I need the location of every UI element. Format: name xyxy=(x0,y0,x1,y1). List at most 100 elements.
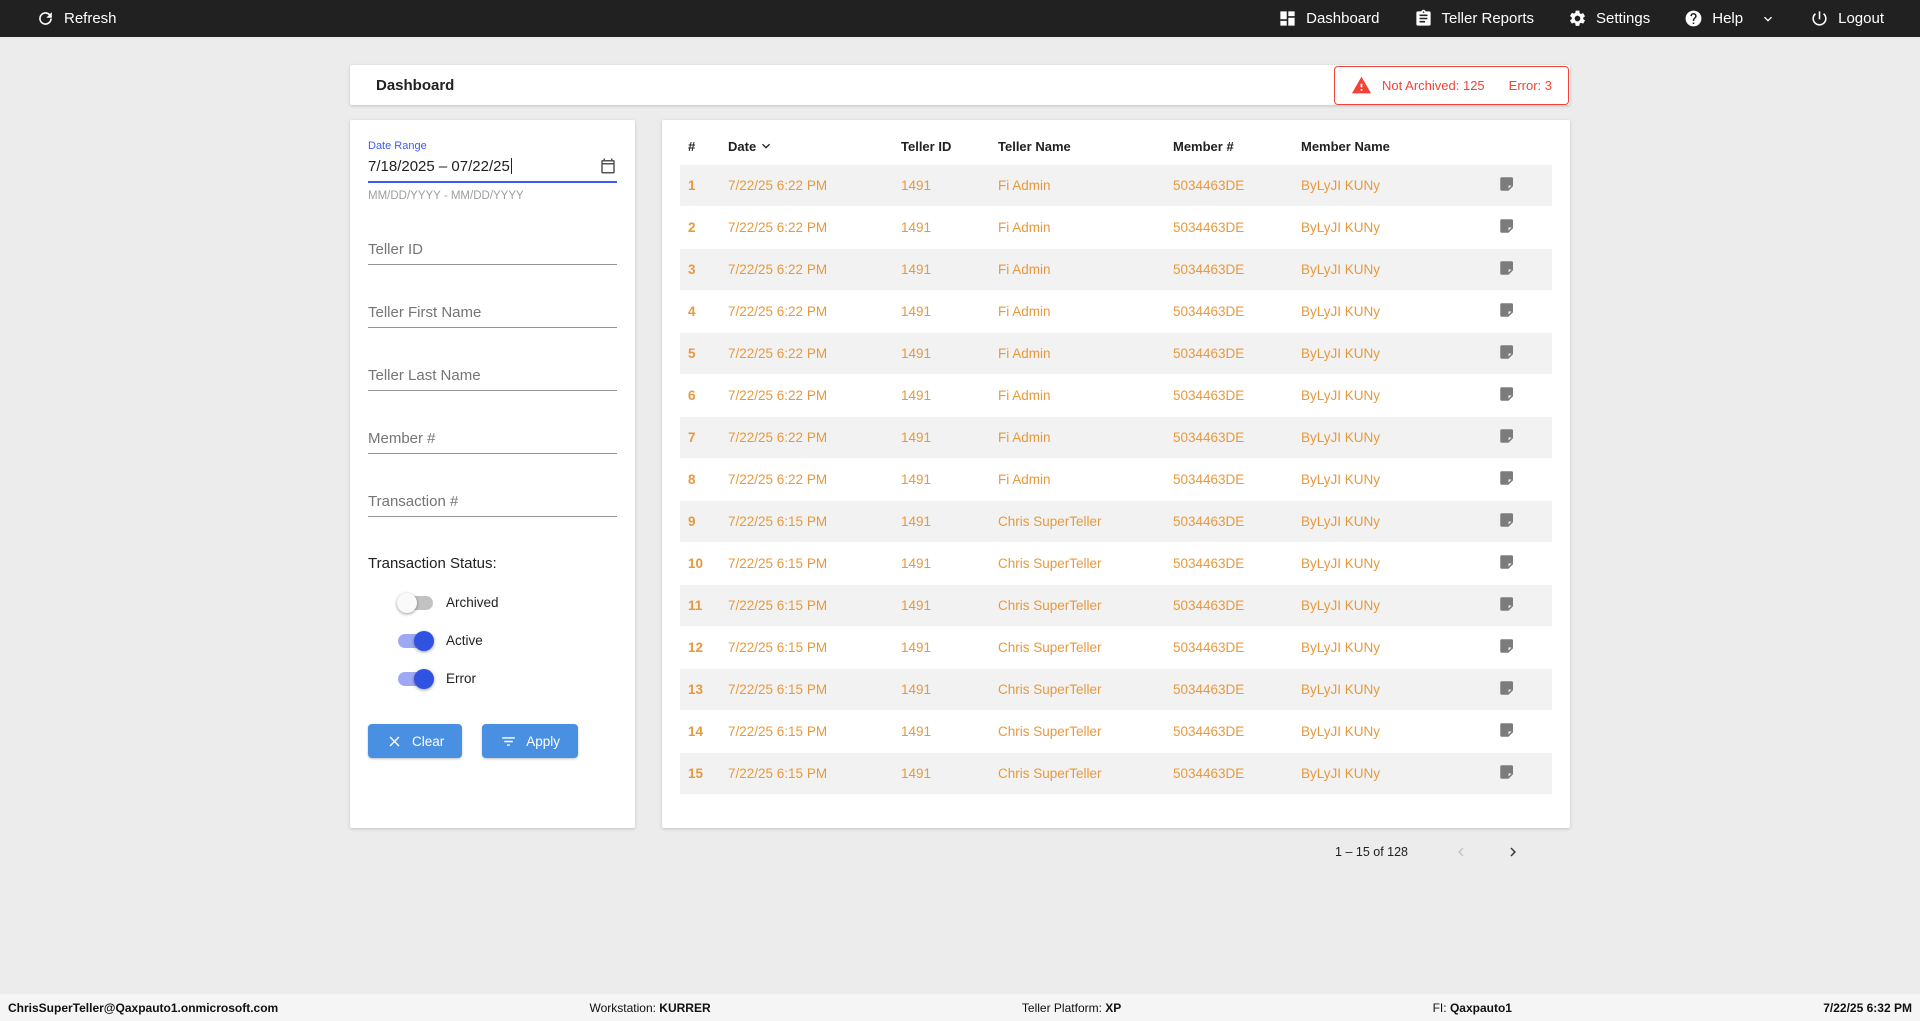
nav-settings[interactable]: Settings xyxy=(1554,0,1664,37)
row-date: 7/22/25 6:22 PM xyxy=(728,388,828,403)
note-icon[interactable] xyxy=(1498,721,1516,739)
toggle-thumb xyxy=(397,592,417,613)
row-number: 1 xyxy=(688,178,696,193)
note-icon[interactable] xyxy=(1498,553,1516,571)
table-row[interactable]: 1 7/22/25 6:22 PM 1491 Fi Admin 5034463DE ByL… xyxy=(680,165,1552,207)
platform-label: Teller Platform: xyxy=(1021,1000,1102,1015)
row-date: 7/22/25 6:22 PM xyxy=(728,346,828,361)
date-range-input[interactable]: 7/18/2025 – 07/22/25 xyxy=(368,152,617,183)
table-row[interactable]: 6 7/22/25 6:22 PM 1491 Fi Admin 5034463DE ByL… xyxy=(680,375,1552,417)
date-range-hint: MM/DD/YYYY - MM/DD/YYYY xyxy=(368,190,524,202)
row-date: 7/22/25 6:15 PM xyxy=(728,682,828,697)
row-number: 9 xyxy=(688,514,696,529)
table-row[interactable]: 9 7/22/25 6:15 PM 1491 Chris SuperTeller 503… xyxy=(680,500,1552,543)
table-row[interactable]: 12 7/22/25 6:15 PM 1491 Chris SuperTeller 50… xyxy=(680,627,1552,669)
nav-help-label: Help xyxy=(1712,10,1744,27)
nav-logout-label: Logout xyxy=(1838,10,1884,27)
note-icon[interactable] xyxy=(1498,595,1516,613)
row-member-number: 5034463DE xyxy=(1173,430,1245,445)
table-body: 1 7/22/25 6:22 PM 1491 Fi Admin 5034463DE ByL… xyxy=(680,165,1552,795)
column-header-date[interactable]: Date xyxy=(720,126,893,165)
row-teller-id: 1491 xyxy=(901,304,932,319)
table-row[interactable]: 2 7/22/25 6:22 PM 1491 Fi Admin 5034463DE ByL… xyxy=(680,207,1552,249)
page-title: Dashboard xyxy=(376,76,455,94)
table-row[interactable]: 13 7/22/25 6:15 PM 1491 Chris SuperTeller 50… xyxy=(680,668,1552,711)
table-row[interactable]: 5 7/22/25 6:22 PM 1491 Fi Admin 5034463DE ByL… xyxy=(680,332,1552,375)
calendar-icon[interactable] xyxy=(599,157,617,175)
next-page-button[interactable] xyxy=(1500,839,1526,865)
archived-toggle[interactable] xyxy=(397,592,433,613)
row-member-name: ByLyJI KUNy xyxy=(1301,262,1381,277)
filter-icon xyxy=(500,733,517,750)
teller-first-name-input[interactable] xyxy=(368,298,617,328)
teller-id-input[interactable] xyxy=(368,235,617,265)
clear-button[interactable]: Clear xyxy=(368,724,463,758)
table-row[interactable]: 7 7/22/25 6:22 PM 1491 Fi Admin 5034463DE ByL… xyxy=(680,416,1552,459)
column-header-member-number: Member # xyxy=(1173,138,1234,154)
active-toggle[interactable] xyxy=(398,630,434,651)
clear-button-label: Clear xyxy=(412,733,445,749)
note-icon[interactable] xyxy=(1498,175,1516,193)
note-icon[interactable] xyxy=(1498,427,1516,445)
alert-banner: Not Archived: 125 Error: 3 xyxy=(1334,65,1569,105)
row-member-name: ByLyJI KUNy xyxy=(1301,178,1381,193)
close-icon xyxy=(386,733,403,750)
warning-icon xyxy=(1351,75,1372,96)
table-row[interactable]: 15 7/22/25 6:15 PM 1491 Chris SuperTeller 50… xyxy=(680,752,1552,795)
row-teller-id: 1491 xyxy=(901,430,932,445)
row-date: 7/22/25 6:22 PM xyxy=(728,472,828,487)
row-teller-id: 1491 xyxy=(901,220,932,235)
active-toggle-label: Active xyxy=(446,633,483,648)
apply-button[interactable]: Apply xyxy=(482,724,579,758)
pagination: 1 – 15 of 128 xyxy=(680,839,1552,881)
note-icon[interactable] xyxy=(1498,385,1516,403)
refresh-icon xyxy=(36,9,55,28)
row-teller-name: Chris SuperTeller xyxy=(998,682,1102,697)
transaction-number-input[interactable] xyxy=(368,487,617,517)
teller-last-name-input[interactable] xyxy=(368,361,617,391)
table-row[interactable]: 3 7/22/25 6:22 PM 1491 Fi Admin 5034463DE ByL… xyxy=(680,248,1552,291)
note-icon[interactable] xyxy=(1498,343,1516,361)
table-row[interactable]: 10 7/22/25 6:15 PM 1491 Chris SuperTeller 50… xyxy=(680,543,1552,585)
row-teller-name: Fi Admin xyxy=(998,346,1051,361)
text-cursor xyxy=(510,158,513,174)
note-icon[interactable] xyxy=(1498,679,1516,697)
previous-page-button[interactable] xyxy=(1448,839,1474,865)
nav-help[interactable]: Help xyxy=(1670,0,1790,37)
table-row[interactable]: 11 7/22/25 6:15 PM 1491 Chris SuperTeller 50… xyxy=(680,584,1552,627)
row-teller-name: Chris SuperTeller xyxy=(998,598,1102,613)
table-row[interactable]: 14 7/22/25 6:15 PM 1491 Chris SuperTeller 50… xyxy=(680,711,1552,753)
note-icon[interactable] xyxy=(1498,217,1516,235)
refresh-button[interactable]: Refresh xyxy=(22,0,131,37)
nav-logout[interactable]: Logout xyxy=(1796,0,1898,37)
member-number-input[interactable] xyxy=(368,424,617,454)
nav-dashboard[interactable]: Dashboard xyxy=(1264,0,1393,37)
row-number: 14 xyxy=(688,724,704,739)
row-member-number: 5034463DE xyxy=(1173,556,1245,571)
note-icon[interactable] xyxy=(1498,259,1516,277)
statusbar-platform: Teller Platform: XP xyxy=(1022,1001,1121,1015)
note-icon[interactable] xyxy=(1498,511,1516,529)
table-row[interactable]: 4 7/22/25 6:22 PM 1491 Fi Admin 5034463DE ByL… xyxy=(680,291,1552,333)
row-teller-id: 1491 xyxy=(901,514,932,529)
toggle-row-error: Error xyxy=(398,668,617,689)
error-toggle[interactable] xyxy=(398,668,434,689)
row-number: 11 xyxy=(688,598,703,613)
row-number: 3 xyxy=(688,262,696,277)
note-icon[interactable] xyxy=(1498,301,1516,319)
row-number: 5 xyxy=(688,346,696,361)
row-teller-name: Chris SuperTeller xyxy=(998,556,1102,571)
toggle-row-archived: Archived xyxy=(397,592,617,613)
note-icon[interactable] xyxy=(1498,637,1516,655)
note-icon[interactable] xyxy=(1498,469,1516,487)
row-member-number: 5034463DE xyxy=(1173,514,1245,529)
note-icon[interactable] xyxy=(1498,763,1516,781)
filter-panel: Date Range 7/18/2025 – 07/22/25 MM/DD/YY… xyxy=(350,120,635,828)
row-member-name: ByLyJI KUNy xyxy=(1301,472,1381,487)
row-date: 7/22/25 6:22 PM xyxy=(728,262,828,277)
settings-gear-icon xyxy=(1568,9,1587,28)
row-member-name: ByLyJI KUNy xyxy=(1301,766,1381,781)
row-teller-id: 1491 xyxy=(901,598,932,613)
table-row[interactable]: 8 7/22/25 6:22 PM 1491 Fi Admin 5034463DE ByL… xyxy=(680,459,1552,501)
nav-teller-reports[interactable]: Teller Reports xyxy=(1400,0,1549,37)
